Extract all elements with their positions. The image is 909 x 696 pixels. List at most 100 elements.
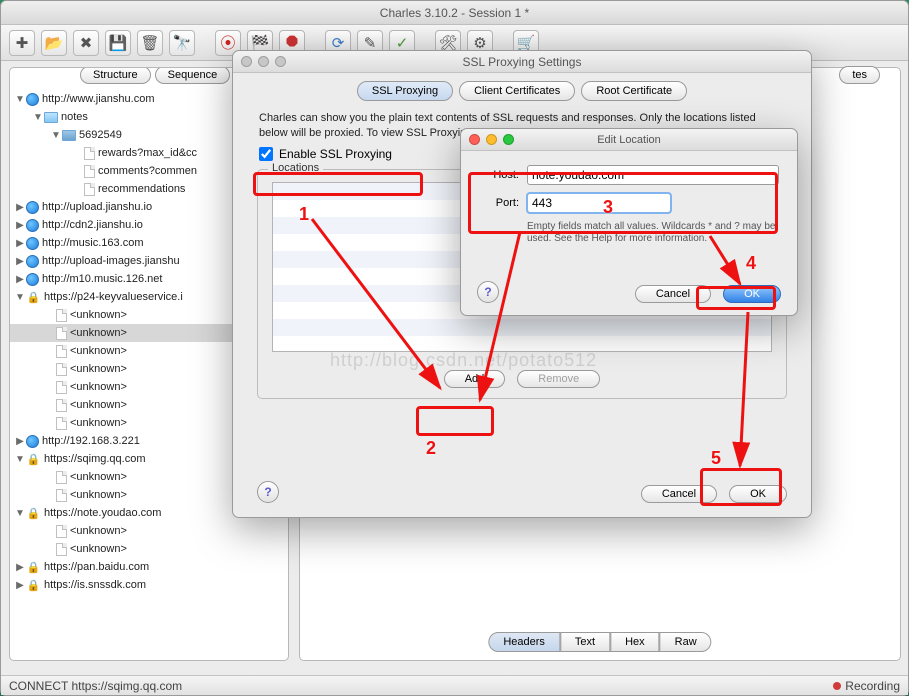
file-icon	[84, 147, 95, 160]
file-icon	[56, 381, 67, 394]
file-icon	[56, 309, 67, 322]
globe-icon	[26, 93, 39, 106]
lock-icon	[26, 452, 41, 467]
tree-item[interactable]: comments?commen	[98, 165, 197, 177]
seg-raw[interactable]: Raw	[660, 632, 712, 652]
tool-trash-icon[interactable]: 🗑	[137, 30, 163, 56]
tree-host[interactable]: http://upload-images.jianshu	[42, 255, 180, 267]
help-button[interactable]: ?	[257, 481, 279, 503]
lock-icon	[26, 506, 41, 521]
tree-folder[interactable]: notes	[61, 111, 88, 123]
tree-item[interactable]: rewards?max_id&cc	[98, 147, 197, 159]
traffic-close-icon[interactable]	[241, 56, 252, 67]
tool-close-icon[interactable]: ✖	[73, 30, 99, 56]
status-left: CONNECT https://sqimg.qq.com	[9, 679, 182, 693]
file-icon	[56, 543, 67, 556]
enable-ssl-label: Enable SSL Proxying	[279, 147, 392, 161]
host-label: Host:	[479, 169, 519, 181]
traffic-close-icon[interactable]	[469, 134, 480, 145]
port-field[interactable]	[527, 193, 671, 213]
tool-open-icon[interactable]: 📂	[41, 30, 67, 56]
file-icon	[56, 489, 67, 502]
traffic-min-icon[interactable]	[486, 134, 497, 145]
tree-item[interactable]: <unknown>	[70, 543, 127, 555]
watermark-text: http://blog.csdn.net/potato512	[330, 350, 597, 371]
tree-item[interactable]: <unknown>	[70, 417, 127, 429]
globe-icon	[26, 219, 39, 232]
seg-headers[interactable]: Headers	[488, 632, 560, 652]
globe-icon	[26, 237, 39, 250]
file-icon	[56, 525, 67, 538]
tab-notes[interactable]: tes	[839, 66, 880, 84]
tree-folder[interactable]: 5692549	[79, 129, 122, 141]
ok-button[interactable]: OK	[723, 285, 781, 303]
view-segment: Headers Text Hex Raw	[488, 632, 711, 652]
add-button[interactable]: Add	[444, 370, 506, 388]
seg-hex[interactable]: Hex	[610, 632, 660, 652]
edit-location-dialog: Edit Location Host: Port: Empty fields m…	[460, 128, 798, 316]
tree-item[interactable]: <unknown>	[70, 471, 127, 483]
tree-item[interactable]: <unknown>	[70, 489, 127, 501]
folder-icon	[62, 130, 76, 141]
file-icon	[56, 363, 67, 376]
tree-item[interactable]: recommendations	[98, 183, 185, 195]
lock-icon	[26, 578, 41, 593]
host-field[interactable]	[527, 165, 779, 185]
dtab-client-certs[interactable]: Client Certificates	[459, 81, 575, 101]
globe-icon	[26, 435, 39, 448]
file-icon	[84, 183, 95, 196]
tool-new-icon[interactable]: ✚	[9, 30, 35, 56]
tree-item[interactable]: <unknown>	[70, 327, 127, 339]
tree-item[interactable]: <unknown>	[70, 363, 127, 375]
traffic-min-icon[interactable]	[258, 56, 269, 67]
file-icon	[56, 327, 67, 340]
tool-save-icon[interactable]: 💾	[105, 30, 131, 56]
tree-host[interactable]: http://www.jianshu.com	[42, 93, 155, 105]
tab-sequence[interactable]: Sequence	[155, 67, 231, 84]
file-icon	[84, 165, 95, 178]
file-icon	[56, 345, 67, 358]
app-title: Charles 3.10.2 - Session 1 *	[1, 1, 908, 25]
tree-host[interactable]: http://192.168.3.221	[42, 435, 140, 447]
enable-ssl-checkbox[interactable]: Enable SSL Proxying	[259, 147, 392, 161]
tree-host[interactable]: http://music.163.com	[42, 237, 144, 249]
dialog-title: SSL Proxying Settings	[233, 51, 811, 73]
cancel-button[interactable]: Cancel	[641, 485, 717, 503]
tree-item[interactable]: <unknown>	[70, 399, 127, 411]
seg-text[interactable]: Text	[560, 632, 610, 652]
tree-item[interactable]: <unknown>	[70, 381, 127, 393]
locations-legend: Locations	[268, 162, 323, 174]
lock-icon	[26, 290, 41, 305]
tree-host[interactable]: http://upload.jianshu.io	[42, 201, 152, 213]
enable-ssl-input[interactable]	[259, 147, 273, 161]
globe-icon	[26, 255, 39, 268]
tree-item[interactable]: <unknown>	[70, 525, 127, 537]
tree-host[interactable]: http://cdn2.jianshu.io	[42, 219, 143, 231]
file-icon	[56, 417, 67, 430]
tree-host[interactable]: https://note.youdao.com	[44, 507, 161, 519]
traffic-max-icon[interactable]	[503, 134, 514, 145]
dtab-root-cert[interactable]: Root Certificate	[581, 81, 687, 101]
ok-button[interactable]: OK	[729, 485, 787, 503]
tab-structure[interactable]: Structure	[80, 67, 151, 84]
globe-icon	[26, 201, 39, 214]
hint-text: Empty fields match all values. Wildcards…	[479, 221, 779, 245]
remove-button: Remove	[517, 370, 600, 388]
dtab-ssl-proxying[interactable]: SSL Proxying	[357, 81, 453, 101]
tree-host[interactable]: https://p24-keyvalueservice.i	[44, 291, 183, 303]
tree-host[interactable]: https://pan.baidu.com	[44, 561, 149, 573]
traffic-max-icon[interactable]	[275, 56, 286, 67]
help-button[interactable]: ?	[477, 281, 499, 303]
tree-host[interactable]: https://sqimg.qq.com	[44, 453, 146, 465]
tree-item[interactable]: <unknown>	[70, 345, 127, 357]
port-label: Port:	[479, 197, 519, 209]
tree-host[interactable]: https://is.snssdk.com	[44, 579, 146, 591]
file-icon	[56, 399, 67, 412]
cancel-button[interactable]: Cancel	[635, 285, 711, 303]
tool-find-icon[interactable]: 🔭	[169, 30, 195, 56]
folder-icon	[44, 112, 58, 123]
tree-item[interactable]: <unknown>	[70, 309, 127, 321]
status-right: Recording	[845, 679, 900, 693]
tree-host[interactable]: http://m10.music.126.net	[42, 273, 162, 285]
record-dot-icon	[833, 682, 841, 690]
